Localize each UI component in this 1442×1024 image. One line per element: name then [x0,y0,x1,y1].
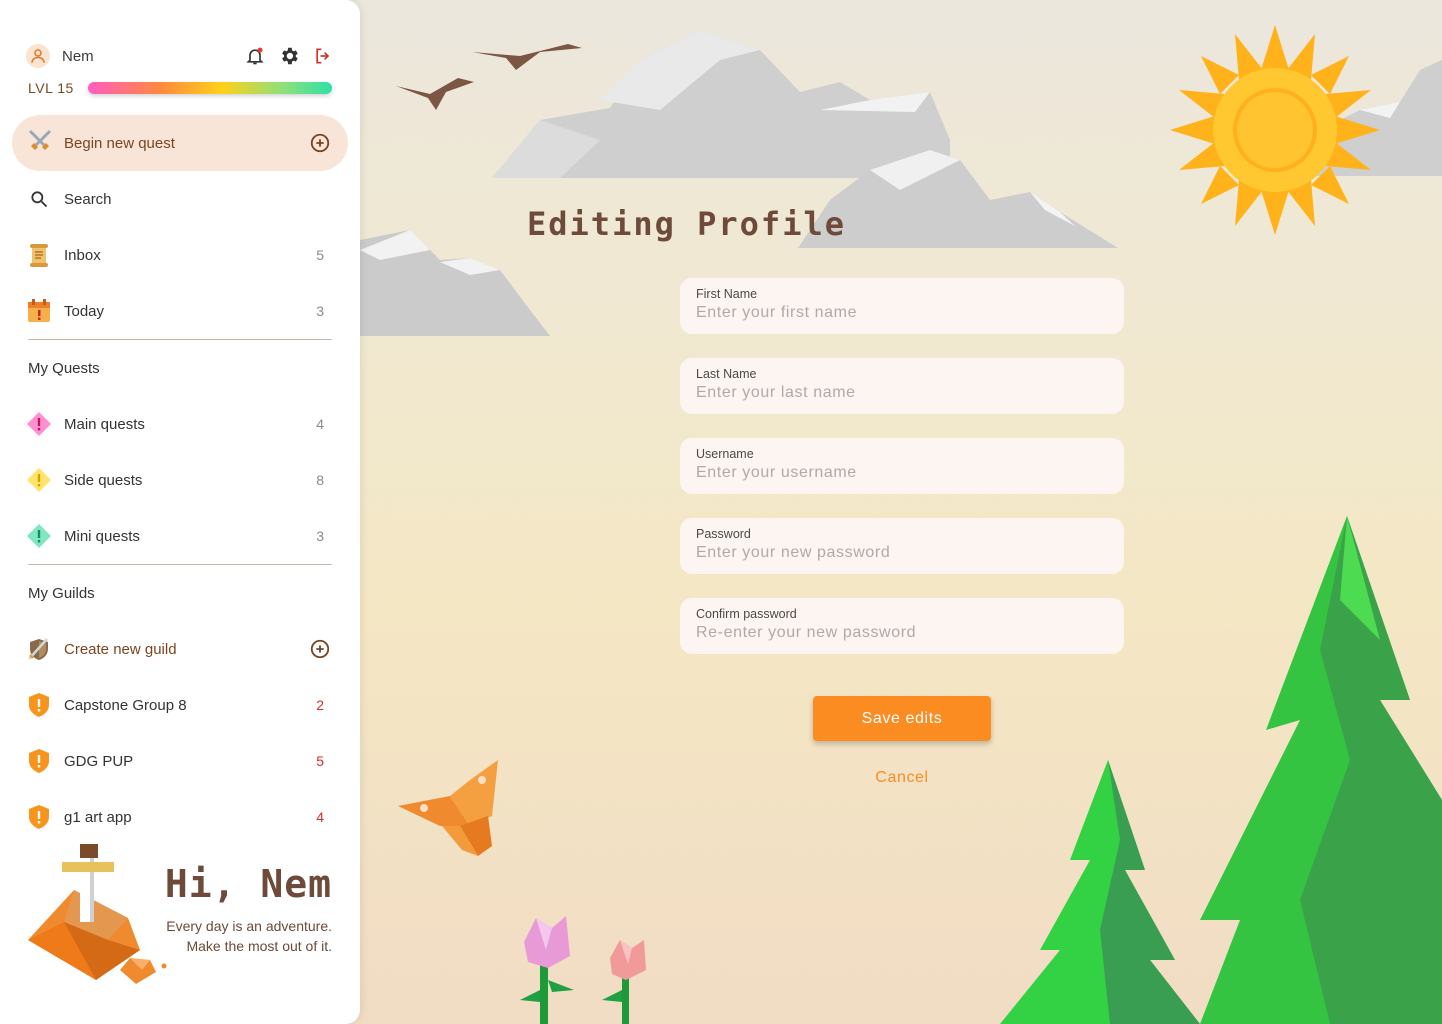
password-field[interactable]: Password [680,518,1124,574]
password-label: Password [696,527,751,541]
gear-icon[interactable] [278,45,300,67]
sidebar-item-label: GDG PUP [64,752,134,770]
guild-shield-icon [26,692,52,718]
sidebar-item-guild[interactable]: Capstone Group 8 2 [26,690,332,720]
sidebar-item-label: Today [64,302,105,320]
sidebar-item-main-quests[interactable]: Main quests 4 [26,409,332,439]
sidebar-item-side-quests[interactable]: Side quests 8 [26,465,332,495]
username-label: Username [696,447,754,461]
calendar-icon [26,298,52,324]
password-input[interactable] [696,544,1108,562]
username-input[interactable] [696,464,1108,482]
xp-progress-bar [87,82,332,94]
sidebar-item-inbox[interactable]: Inbox 5 [26,240,332,270]
main-quests-count: 4 [316,416,324,432]
mini-quests-count: 3 [316,528,324,544]
first-name-field[interactable]: First Name [680,278,1124,334]
sidebar-item-label: Mini quests [64,527,140,545]
begin-new-quest-button[interactable]: Begin new quest [12,115,348,171]
first-name-input[interactable] [696,304,1108,322]
sidebar-item-search[interactable]: Search [26,184,332,214]
sidebar-item-today[interactable]: Today 3 [26,296,332,326]
create-new-guild-button[interactable]: Create new guild [26,634,332,664]
add-quest-icon[interactable] [308,131,332,155]
side-quest-diamond-icon [26,467,52,493]
create-guild-label: Create new guild [64,640,177,658]
save-edits-button[interactable]: Save edits [813,696,991,741]
sidebar-item-guild[interactable]: GDG PUP 5 [26,746,332,776]
user-name: Nem [62,47,94,65]
cloud-illustration [492,30,950,178]
crossed-swords-icon [27,128,53,159]
last-name-field[interactable]: Last Name [680,358,1124,414]
sidebar-item-label: Capstone Group 8 [64,696,187,714]
flower-illustration [520,916,646,1024]
user-icon[interactable] [26,44,50,68]
user-header: Nem [26,42,334,70]
guild-shield-icon [26,748,52,774]
level-label: LVL 15 [28,80,74,96]
sidebar-item-mini-quests[interactable]: Mini quests 3 [26,521,332,551]
divider [28,339,332,340]
last-name-input[interactable] [696,384,1108,402]
scroll-icon [26,242,52,268]
edit-profile-form: First Name Last Name Username Password C… [680,278,1124,678]
sidebar: Nem LVL 15 Begin new quest Search Inbox … [0,0,360,1024]
side-quests-count: 8 [316,472,324,488]
level-row: LVL 15 [28,78,332,98]
shield-sword-icon [26,636,52,662]
divider [28,564,332,565]
sidebar-item-label: Inbox [64,246,101,264]
butterfly-illustration [398,760,498,856]
logout-icon[interactable] [312,45,334,67]
mini-quest-diamond-icon [26,523,52,549]
cloud-illustration [360,230,550,336]
page-title: Editing Profile [527,205,846,243]
today-count: 3 [316,303,324,319]
greeting-subtitle: Every day is an adventure. Make the most… [166,918,332,954]
greeting-title: Hi, Nem [164,862,332,906]
cancel-button[interactable]: Cancel [813,766,991,790]
my-guilds-heading: My Guilds [28,585,95,602]
main-quest-diamond-icon [26,411,52,437]
my-quests-heading: My Quests [28,360,100,377]
sidebar-item-label: g1 art app [64,808,132,826]
confirm-password-input[interactable] [696,624,1108,642]
username-field[interactable]: Username [680,438,1124,494]
guild-count: 4 [316,809,324,825]
sword-in-stone-illustration [28,844,167,984]
first-name-label: First Name [696,287,758,301]
add-guild-icon[interactable] [308,637,332,661]
birds-illustration [396,44,582,110]
greeting: Hi, Nem Every day is an adventure. Make … [160,862,332,956]
guild-count: 5 [316,753,324,769]
guild-shield-icon [26,804,52,830]
header-actions [244,45,334,67]
search-icon [26,186,52,212]
confirm-password-label: Confirm password [696,607,797,621]
sun-illustration [1170,25,1380,235]
begin-quest-label: Begin new quest [64,134,175,152]
sidebar-item-label: Side quests [64,471,143,489]
confirm-password-field[interactable]: Confirm password [680,598,1124,654]
sidebar-item-guild[interactable]: g1 art app 4 [26,802,332,832]
guild-count: 2 [316,697,324,713]
last-name-label: Last Name [696,367,757,381]
sidebar-item-label: Main quests [64,415,145,433]
inbox-count: 5 [316,247,324,263]
bell-icon[interactable] [244,45,266,67]
sidebar-item-label: Search [64,190,112,208]
